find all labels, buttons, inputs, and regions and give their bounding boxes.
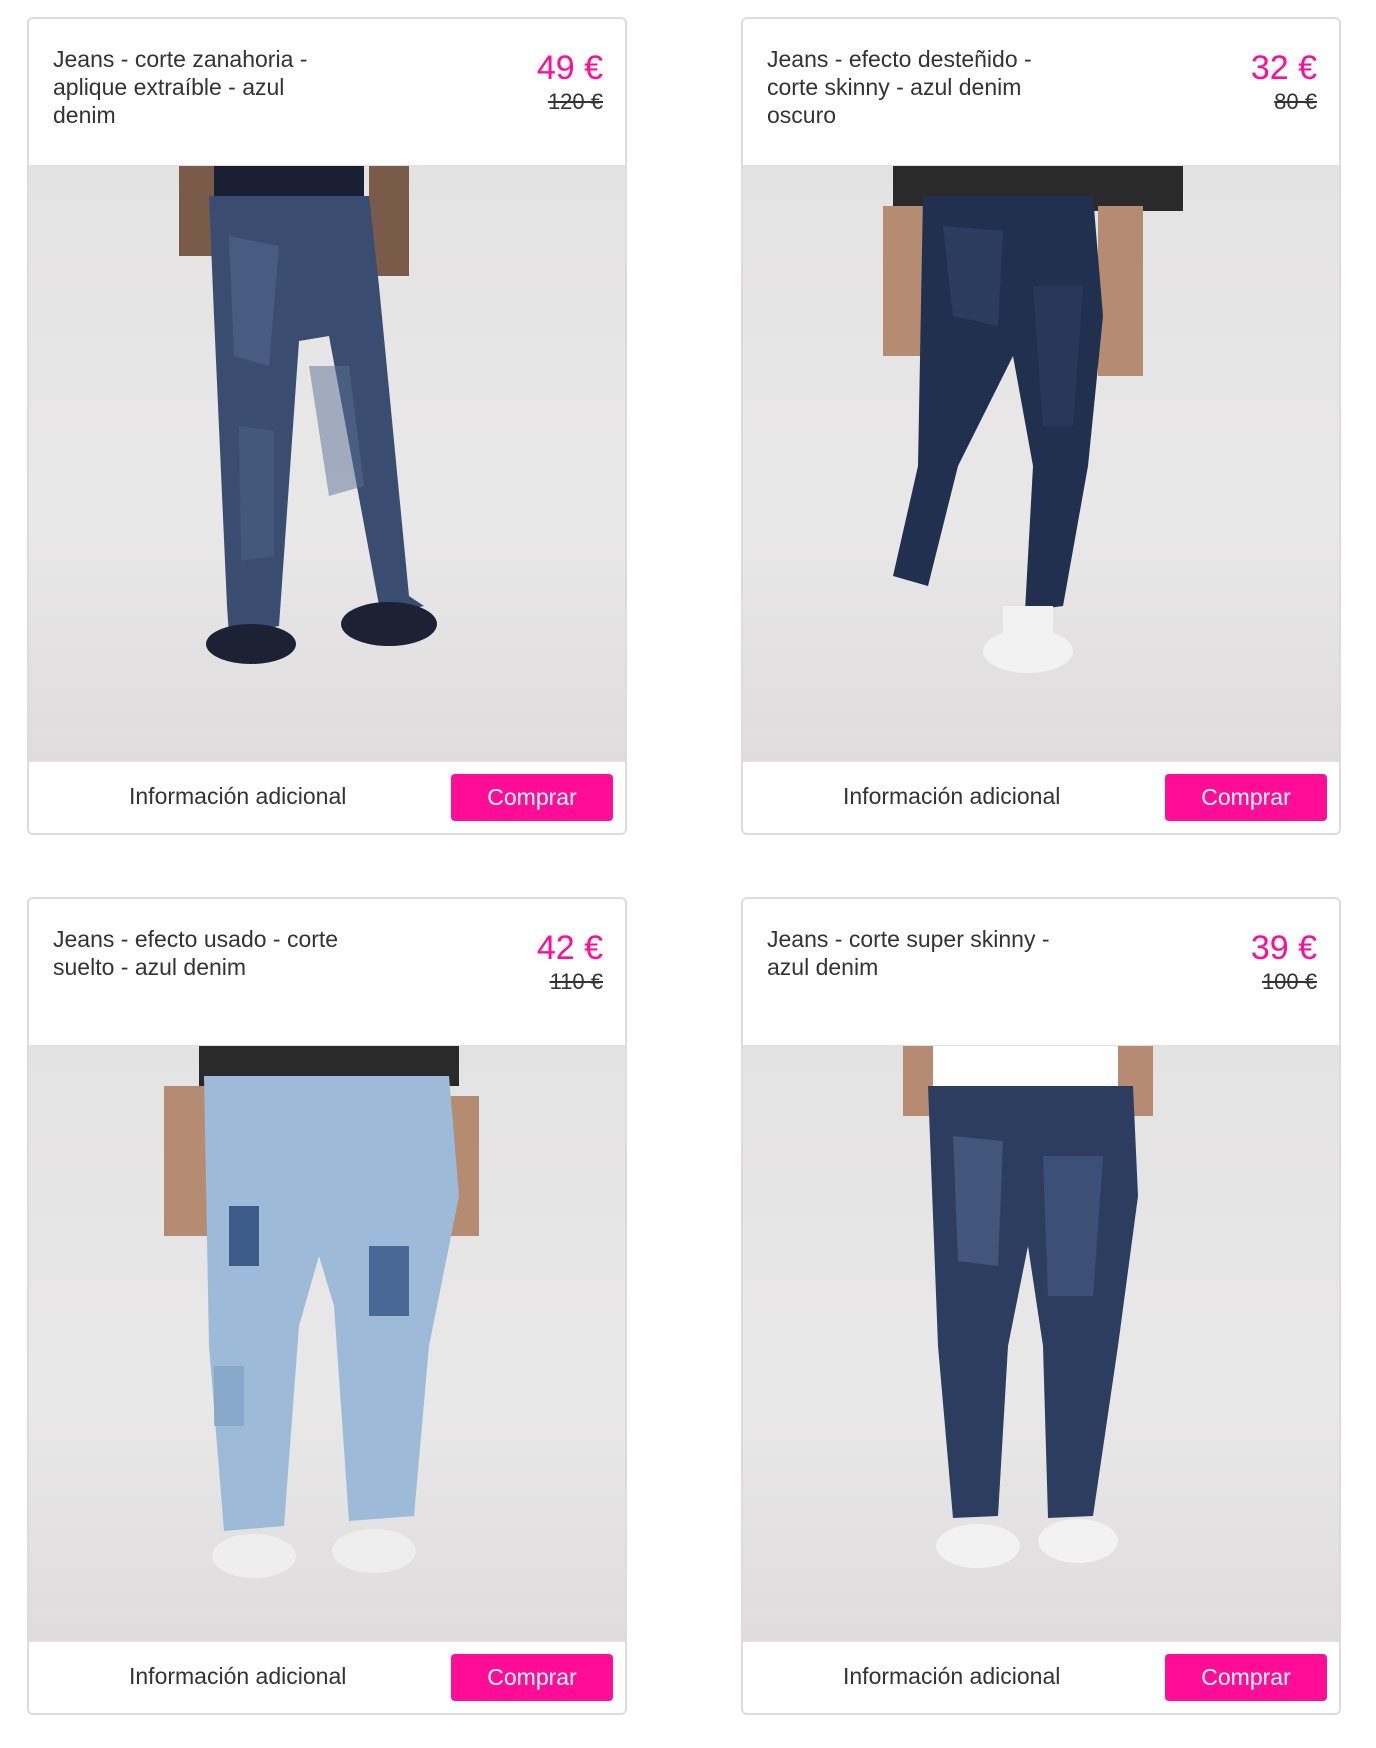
price-box: 49 € 120 € — [537, 49, 603, 115]
additional-info-link[interactable]: Información adicional — [843, 781, 1060, 811]
buy-button[interactable]: Comprar — [1165, 774, 1327, 821]
jeans-illustration — [179, 166, 437, 664]
product-card-header: Jeans - efecto desteñido - corte skinny … — [743, 19, 1339, 166]
product-grid: Jeans - corte zanahoria - aplique extraí… — [27, 17, 1341, 1715]
jeans-illustration — [903, 1046, 1153, 1568]
original-price: 80 € — [1274, 89, 1317, 114]
buy-button[interactable]: Comprar — [451, 1654, 613, 1701]
additional-info-link[interactable]: Información adicional — [129, 781, 346, 811]
product-card-header: Jeans - efecto usado - corte suelto - az… — [29, 899, 625, 1046]
product-card-footer: Información adicional Comprar — [743, 1641, 1339, 1713]
product-title: Jeans - efecto desteñido - corte skinny … — [767, 46, 1032, 128]
price-box: 32 € 80 € — [1251, 49, 1317, 115]
product-title: Jeans - corte zanahoria - aplique extraí… — [53, 46, 308, 128]
current-price: 49 € — [536, 49, 603, 87]
current-price: 32 € — [1250, 49, 1317, 87]
jeans-illustration — [164, 1046, 479, 1578]
price-box: 39 € 100 € — [1251, 929, 1317, 995]
current-price: 42 € — [536, 929, 603, 967]
product-title: Jeans - corte super skinny - azul denim — [767, 926, 1050, 980]
product-image[interactable] — [29, 166, 625, 764]
product-card: Jeans - efecto desteñido - corte skinny … — [741, 17, 1341, 835]
additional-info-link[interactable]: Información adicional — [129, 1661, 346, 1691]
product-card-header: Jeans - corte super skinny - azul denim … — [743, 899, 1339, 1046]
price-box: 42 € 110 € — [537, 929, 603, 995]
product-card-footer: Información adicional Comprar — [29, 1641, 625, 1713]
buy-button[interactable]: Comprar — [451, 774, 613, 821]
product-title: Jeans - efecto usado - corte suelto - az… — [53, 926, 339, 980]
current-price: 39 € — [1250, 929, 1317, 967]
product-image[interactable] — [29, 1046, 625, 1644]
additional-info-link[interactable]: Información adicional — [843, 1661, 1060, 1691]
product-card-footer: Información adicional Comprar — [29, 761, 625, 833]
jeans-illustration — [883, 166, 1183, 673]
original-price: 100 € — [1261, 969, 1317, 994]
original-price: 110 € — [549, 969, 603, 994]
original-price: 120 € — [547, 89, 603, 114]
product-card: Jeans - corte super skinny - azul denim … — [741, 897, 1341, 1715]
product-card-footer: Información adicional Comprar — [743, 761, 1339, 833]
product-image[interactable] — [743, 1046, 1339, 1644]
product-card: Jeans - corte zanahoria - aplique extraí… — [27, 17, 627, 835]
buy-button[interactable]: Comprar — [1165, 1654, 1327, 1701]
product-card: Jeans - efecto usado - corte suelto - az… — [27, 897, 627, 1715]
product-image[interactable] — [743, 166, 1339, 764]
product-card-header: Jeans - corte zanahoria - aplique extraí… — [29, 19, 625, 166]
